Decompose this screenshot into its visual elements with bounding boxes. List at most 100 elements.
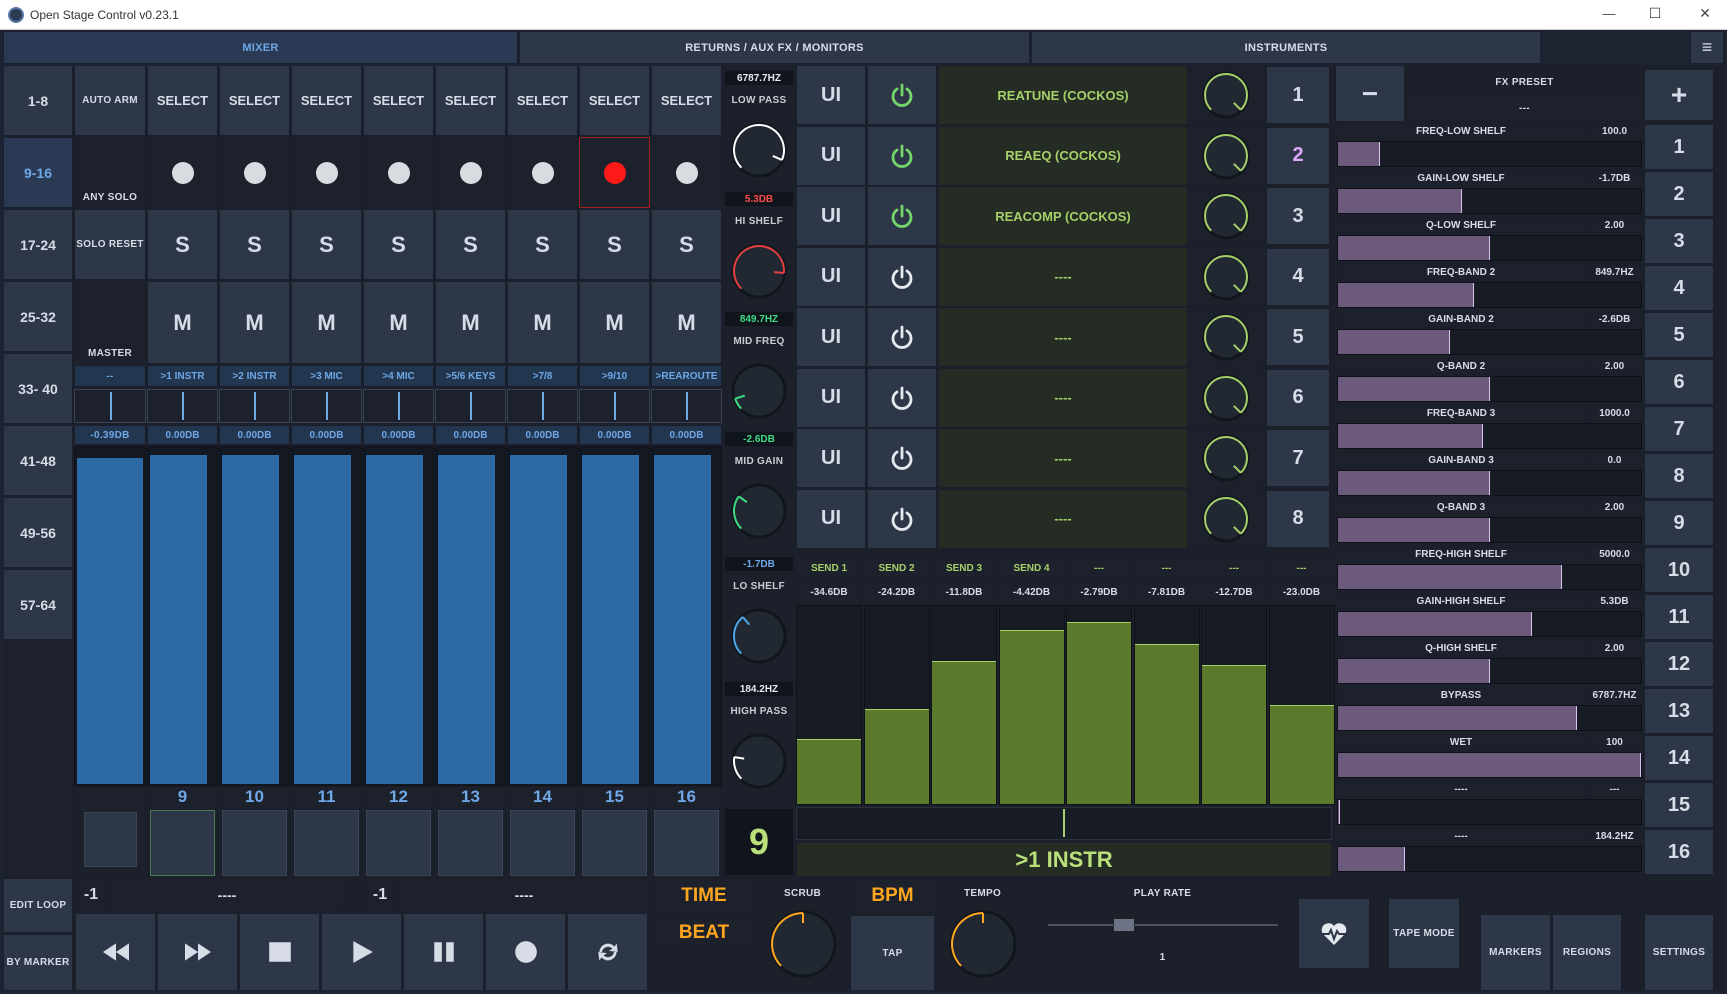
param-number-16[interactable]: 16 xyxy=(1644,829,1714,875)
pause-button[interactable] xyxy=(403,913,484,991)
fx-ui-button-3[interactable]: UI xyxy=(796,186,866,246)
arm-button-10[interactable] xyxy=(219,137,290,208)
channel-pad-12[interactable] xyxy=(366,810,431,876)
tab-mixer[interactable]: MIXER xyxy=(3,31,518,64)
preset-value[interactable]: --- xyxy=(1407,96,1642,120)
eq-knob-5[interactable] xyxy=(731,733,787,789)
fx-wet-knob-8[interactable] xyxy=(1202,495,1250,543)
bpm-button[interactable]: BPM xyxy=(850,878,935,913)
fx-power-button-3[interactable] xyxy=(867,186,937,246)
solo-button-16[interactable]: S xyxy=(651,209,722,280)
mute-button-9[interactable]: M xyxy=(147,281,218,364)
select-button-11[interactable]: SELECT xyxy=(291,65,362,136)
fx-wet-knob-1[interactable] xyxy=(1202,71,1250,119)
eq-knob-3[interactable] xyxy=(731,483,787,539)
arm-button-15[interactable] xyxy=(579,137,650,208)
param-number-5[interactable]: 5 xyxy=(1644,312,1714,358)
arm-button-16[interactable] xyxy=(651,137,722,208)
solo-button-11[interactable]: S xyxy=(291,209,362,280)
eq-knob-4[interactable] xyxy=(731,608,787,664)
solo-button-14[interactable]: S xyxy=(507,209,578,280)
fx-name-4[interactable]: ---- xyxy=(938,246,1188,307)
channel-pad-11[interactable] xyxy=(294,810,359,876)
param-number-7[interactable]: 7 xyxy=(1644,406,1714,452)
param-number-4[interactable]: 4 xyxy=(1644,265,1714,311)
fx-slot-number-3[interactable]: 3 xyxy=(1266,187,1330,245)
route-16[interactable]: >REAROUTE xyxy=(651,365,722,387)
auto-arm-button[interactable]: AUTO ARM xyxy=(74,65,146,136)
fx-slot-number-1[interactable]: 1 xyxy=(1266,66,1330,124)
solo-reset-button[interactable]: SOLO RESET xyxy=(74,209,146,280)
any-solo-button[interactable]: ANY SOLO xyxy=(74,137,146,208)
settings-button[interactable]: SETTINGS xyxy=(1644,914,1714,991)
bank-9-16[interactable]: 9-16 xyxy=(3,137,73,208)
fx-wet-knob-5[interactable] xyxy=(1202,313,1250,361)
fx-name-8[interactable]: ---- xyxy=(938,488,1188,549)
param-number-13[interactable]: 13 xyxy=(1644,688,1714,734)
fx-slot-number-7[interactable]: 7 xyxy=(1266,429,1330,487)
tape-mode-button[interactable]: TAPE MODE xyxy=(1388,898,1460,969)
mute-button-13[interactable]: M xyxy=(435,281,506,364)
bank-41-48[interactable]: 41-48 xyxy=(3,425,73,496)
fx-ui-button-4[interactable]: UI xyxy=(796,246,866,307)
play-rate-slider[interactable] xyxy=(1048,924,1278,926)
route-13[interactable]: >5/6 KEYS xyxy=(435,365,506,387)
preset-minus-button[interactable]: − xyxy=(1335,65,1405,122)
fx-ui-button-7[interactable]: UI xyxy=(796,428,866,488)
loop-start-num[interactable]: -1 xyxy=(75,878,107,911)
mute-button-11[interactable]: M xyxy=(291,281,362,364)
fx-power-button-2[interactable] xyxy=(867,125,937,186)
markers-button[interactable]: MARKERS xyxy=(1480,914,1551,991)
route-11[interactable]: >3 MIC xyxy=(291,365,362,387)
fx-name-1[interactable]: REATUNE (COCKOS) xyxy=(938,65,1188,125)
loop-start-marker[interactable]: ---- xyxy=(110,878,344,911)
solo-button-12[interactable]: S xyxy=(363,209,434,280)
route-9[interactable]: >1 INSTR xyxy=(147,365,218,387)
bank-25-32[interactable]: 25-32 xyxy=(3,281,73,352)
channel-pad-10[interactable] xyxy=(222,810,287,876)
select-button-10[interactable]: SELECT xyxy=(219,65,290,136)
param-number-12[interactable]: 12 xyxy=(1644,641,1714,687)
solo-button-13[interactable]: S xyxy=(435,209,506,280)
fx-ui-button-1[interactable]: UI xyxy=(796,65,866,125)
channel-pad-9[interactable] xyxy=(150,810,215,876)
fx-name-7[interactable]: ---- xyxy=(938,428,1188,488)
arm-button-13[interactable] xyxy=(435,137,506,208)
mute-button-10[interactable]: M xyxy=(219,281,290,364)
route-10[interactable]: >2 INSTR xyxy=(219,365,290,387)
loop-end-marker[interactable]: ---- xyxy=(399,878,649,911)
fx-wet-knob-7[interactable] xyxy=(1202,434,1250,482)
arm-button-14[interactable] xyxy=(507,137,578,208)
param-number-14[interactable]: 14 xyxy=(1644,735,1714,781)
solo-button-15[interactable]: S xyxy=(579,209,650,280)
fx-power-button-8[interactable] xyxy=(867,488,937,549)
tap-button[interactable]: TAP xyxy=(850,915,935,991)
bank-33-40[interactable]: 33- 40 xyxy=(3,353,73,424)
route-12[interactable]: >4 MIC xyxy=(363,365,434,387)
param-number-1[interactable]: 1 xyxy=(1644,124,1714,170)
loop-button[interactable] xyxy=(567,913,648,991)
arm-button-9[interactable] xyxy=(147,137,218,208)
eq-knob-0[interactable] xyxy=(731,122,787,178)
stop-button[interactable] xyxy=(239,913,320,991)
tab-instruments[interactable]: INSTRUMENTS xyxy=(1031,31,1541,64)
master-pad[interactable] xyxy=(84,812,137,867)
maximize-button[interactable]: ☐ xyxy=(1640,5,1670,22)
tempo-knob[interactable] xyxy=(949,910,1017,978)
bank-57-64[interactable]: 57-64 xyxy=(3,569,73,640)
param-number-10[interactable]: 10 xyxy=(1644,547,1714,593)
fx-slot-number-5[interactable]: 5 xyxy=(1266,308,1330,366)
select-button-13[interactable]: SELECT xyxy=(435,65,506,136)
bank-17-24[interactable]: 17-24 xyxy=(3,209,73,280)
param-slider-0[interactable] xyxy=(1337,141,1642,167)
arm-button-12[interactable] xyxy=(363,137,434,208)
regions-button[interactable]: REGIONS xyxy=(1552,914,1622,991)
fx-power-button-6[interactable] xyxy=(867,367,937,428)
eq-knob-1[interactable] xyxy=(731,243,787,299)
param-number-2[interactable]: 2 xyxy=(1644,171,1714,217)
fx-ui-button-5[interactable]: UI xyxy=(796,307,866,367)
minimize-button[interactable]: — xyxy=(1594,6,1624,21)
select-button-12[interactable]: SELECT xyxy=(363,65,434,136)
fx-wet-knob-3[interactable] xyxy=(1202,192,1250,240)
channel-pad-14[interactable] xyxy=(510,810,575,876)
